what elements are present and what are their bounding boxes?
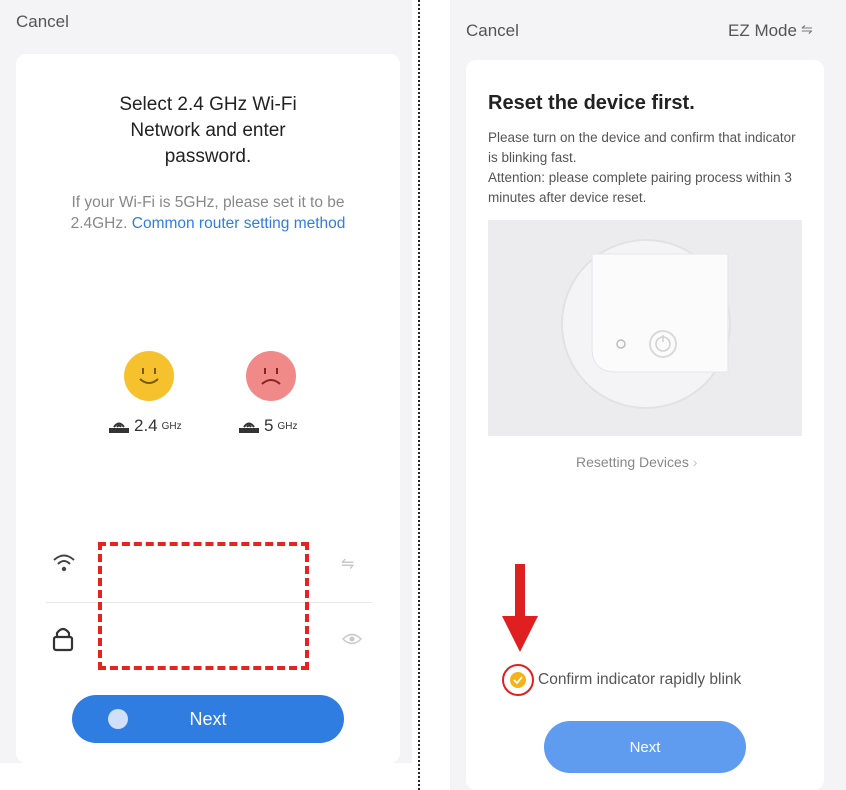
reset-attention: Attention: please complete pairing proce… (488, 170, 792, 205)
ez-mode-label: EZ Mode (728, 21, 797, 40)
panel-divider (418, 0, 420, 790)
checkbox-checked-icon[interactable] (510, 672, 526, 688)
hint-paragraph: If your Wi-Fi is 5GHz, please set it to … (46, 192, 370, 234)
switch-mode-icon: ⇋ (800, 21, 813, 37)
next-button-label: Next (629, 738, 661, 756)
sad-face-icon (246, 351, 296, 401)
resetting-devices-label: Resetting Devices (576, 454, 689, 470)
wifi-icon (52, 552, 76, 579)
device-illustration (488, 220, 802, 436)
lock-icon (52, 626, 74, 657)
reset-device-screen: Cancel EZ Mode ⇋ Reset the device first.… (450, 0, 846, 790)
loading-dot-icon (108, 709, 128, 729)
show-password-icon[interactable] (342, 632, 362, 651)
resetting-devices-link[interactable]: Resetting Devices › (576, 454, 697, 470)
checkbox-highlight-circle (502, 664, 534, 696)
band-24ghz-label: 2.4 GHz (108, 416, 182, 436)
confirm-indicator-row[interactable]: Confirm indicator rapidly blink (502, 664, 741, 696)
wifi-card: Select 2.4 GHz Wi-Fi Network and enter p… (16, 54, 400, 763)
next-button[interactable]: Next (544, 721, 746, 773)
cancel-button[interactable]: Cancel (466, 21, 519, 41)
band-5-value: 5 (264, 416, 274, 435)
band-5-unit: GHz (277, 420, 298, 432)
cancel-button[interactable]: Cancel (16, 12, 69, 32)
reset-instructions: Please turn on the device and confirm th… (488, 128, 806, 208)
reset-description: Please turn on the device and confirm th… (488, 130, 796, 165)
page-title: Select 2.4 GHz Wi-Fi Network and enter p… (119, 94, 297, 167)
band-24-unit: GHz (161, 420, 182, 432)
switch-network-icon[interactable]: ⇋ (341, 554, 354, 574)
router-icon (239, 422, 259, 433)
wifi-setup-screen: Cancel Select 2.4 GHz Wi-Fi Network and … (0, 0, 412, 763)
confirm-label: Confirm indicator rapidly blink (538, 671, 742, 688)
band-5ghz-label: 5 GHz (238, 416, 297, 436)
annotation-arrow-icon (502, 564, 538, 659)
router-icon (109, 422, 129, 433)
next-button[interactable]: Next (72, 695, 344, 743)
next-button-label: Next (189, 708, 227, 729)
band-24-value: 2.4 (134, 416, 158, 435)
ez-mode-toggle[interactable]: EZ Mode ⇋ (728, 21, 813, 41)
chevron-right-icon: › (692, 454, 698, 470)
page-title: Reset the device first. (488, 92, 695, 114)
credentials-input-highlight[interactable] (98, 542, 309, 670)
reset-card: Reset the device first. Please turn on t… (466, 60, 824, 790)
router-setting-link[interactable]: Common router setting method (132, 215, 346, 232)
happy-face-icon (124, 351, 174, 401)
